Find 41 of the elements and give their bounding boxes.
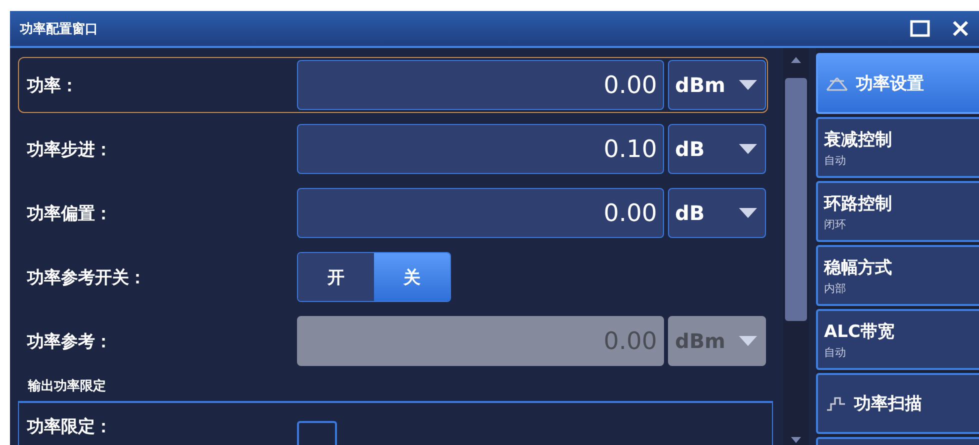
maximize-button[interactable]: [910, 20, 930, 37]
field-label: 功率参考开关：: [27, 266, 147, 288]
collapse-icon: [826, 76, 848, 90]
section-title: 输出功率限定: [28, 378, 107, 395]
menu-key[interactable]: 功率扫描: [816, 373, 979, 434]
menu-key-value: 自动: [824, 152, 847, 168]
scroll-down-icon[interactable]: [791, 437, 801, 443]
checkbox[interactable]: [297, 421, 337, 445]
unit-dropdown[interactable]: dB: [668, 188, 766, 238]
field-label: 功率参考：: [27, 330, 113, 352]
scrollbar[interactable]: [783, 48, 809, 445]
value-field[interactable]: 0.00: [297, 60, 664, 110]
toggle-option[interactable]: 开: [298, 253, 374, 301]
field-label: 功率限定：: [27, 416, 113, 438]
field-label: 功率步进：: [27, 138, 113, 160]
field-label: 功率：: [27, 74, 79, 96]
close-button[interactable]: [952, 20, 969, 37]
menu-key-value: 内部: [824, 280, 847, 296]
menu-key[interactable]: 功率设置: [816, 53, 979, 114]
step-icon: [826, 396, 846, 410]
scroll-thumb[interactable]: [785, 78, 807, 321]
menu-key[interactable]: 环路控制 闭环: [816, 181, 979, 242]
window-title: 功率配置窗口: [20, 20, 99, 38]
menu-key-value: 自动: [824, 344, 847, 360]
value-field[interactable]: 0.10: [297, 124, 664, 174]
menu-key[interactable]: ALC带宽 自动: [816, 309, 979, 370]
field-label: 功率偏置：: [27, 202, 113, 224]
maximize-icon: [910, 20, 930, 37]
menu-key[interactable]: 衰减控制 自动: [816, 117, 979, 178]
caret-icon: [739, 80, 757, 90]
menu-key[interactable]: 稳幅方式 内部: [816, 245, 979, 306]
menu-key-value: 闭环: [824, 216, 847, 232]
close-icon: [952, 20, 969, 37]
caret-icon: [739, 336, 757, 346]
caret-icon: [739, 208, 757, 218]
unit-dropdown[interactable]: dB: [668, 124, 766, 174]
unit-dropdown[interactable]: dBm: [668, 60, 766, 110]
value-field[interactable]: 0.00: [297, 188, 664, 238]
scroll-up-icon[interactable]: [791, 57, 801, 63]
caret-icon: [739, 144, 757, 154]
toggle-option[interactable]: 关: [374, 253, 450, 301]
